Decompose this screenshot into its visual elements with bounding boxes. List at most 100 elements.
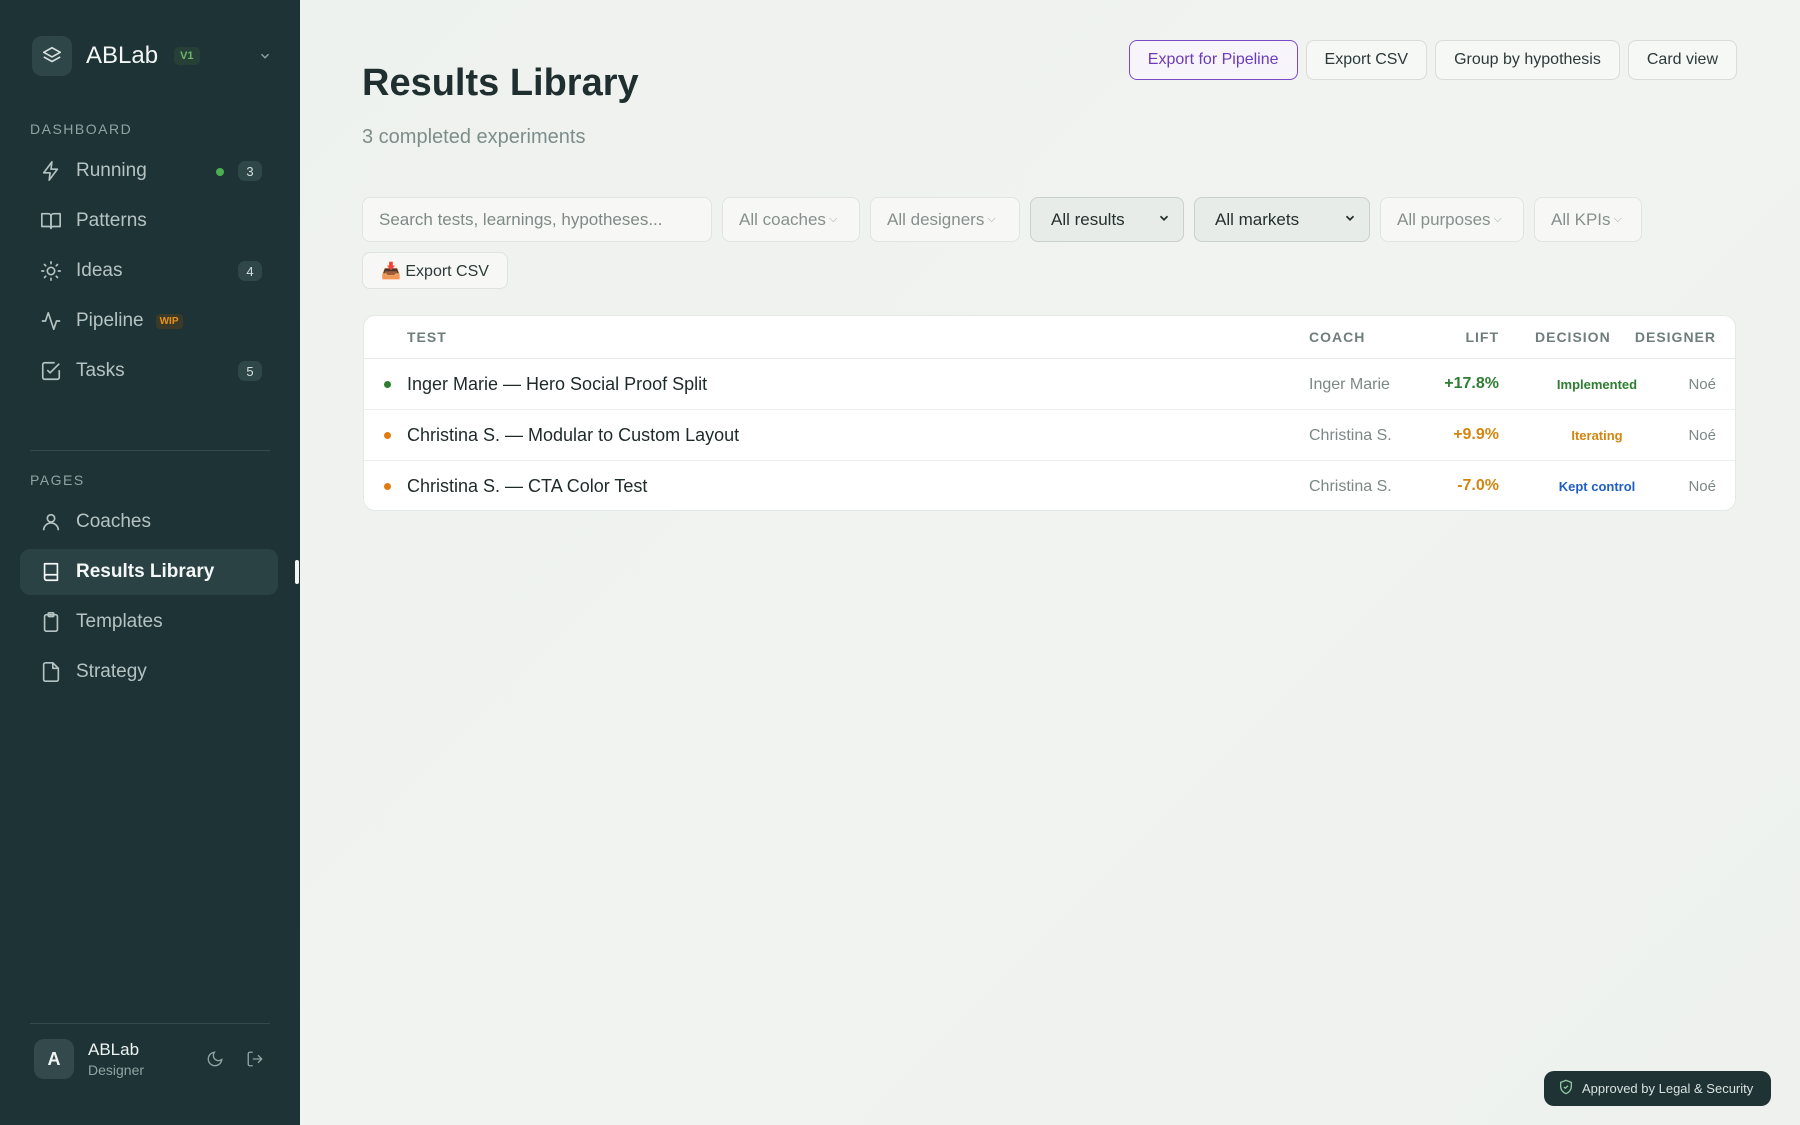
- test-name: Christina S. — Modular to Custom Layout: [407, 425, 740, 445]
- purpose-filter[interactable]: All purposes ⌵: [1380, 197, 1524, 242]
- chevron-down-icon: ⌵: [1613, 213, 1622, 225]
- sidebar-item-label: Running: [76, 160, 147, 181]
- brand-switcher[interactable]: ABLab V1: [32, 36, 272, 76]
- user-profile: A ABLab Designer: [34, 1039, 264, 1079]
- column-header-designer[interactable]: DESIGNER: [1635, 329, 1716, 345]
- approval-text: Approved by Legal & Security: [1582, 1081, 1754, 1096]
- sidebar-item-templates[interactable]: Templates: [20, 599, 278, 645]
- sidebar-item-strategy[interactable]: Strategy: [20, 649, 278, 695]
- designer-filter[interactable]: All designers ⌵: [870, 197, 1020, 242]
- section-label-pages: PAGES: [30, 472, 85, 488]
- designer-cell: Noé: [1688, 478, 1716, 495]
- export-csv-small-button[interactable]: 📥 Export CSV: [362, 252, 508, 289]
- table-row[interactable]: Christina S. — Modular to Custom Layout …: [364, 410, 1735, 461]
- version-badge: V1: [174, 47, 200, 65]
- approval-badge: Approved by Legal & Security: [1544, 1071, 1772, 1106]
- designer-filter-label: All designers: [887, 209, 985, 229]
- sidebar-item-label: Tasks: [76, 360, 125, 381]
- sidebar-item-patterns[interactable]: Patterns: [20, 198, 278, 244]
- sidebar-item-label: Templates: [76, 611, 163, 632]
- group-by-hypothesis-button[interactable]: Group by hypothesis: [1435, 40, 1620, 80]
- filter-bar: Search tests, learnings, hypotheses... A…: [362, 197, 1642, 242]
- table-header: TEST COACH LIFT DECISION DESIGNER: [364, 316, 1735, 359]
- decision-badge: Iterating: [1571, 428, 1623, 443]
- sidebar-item-pipeline[interactable]: Pipeline WIP: [20, 298, 278, 344]
- sidebar-item-label: Patterns: [76, 210, 147, 231]
- book-open-icon: [40, 210, 62, 232]
- search-input[interactable]: Search tests, learnings, hypotheses...: [362, 197, 712, 242]
- sidebar-item-label: Strategy: [76, 661, 147, 682]
- export-csv-button[interactable]: Export CSV: [1305, 40, 1428, 80]
- sidebar-item-running[interactable]: Running 3: [20, 148, 278, 194]
- coach-filter[interactable]: All coaches ⌵: [722, 197, 860, 242]
- count-badge: 4: [238, 261, 262, 281]
- sidebar: ABLab V1 DASHBOARD Running 3 Patterns Id…: [0, 0, 300, 1125]
- user-icon: [40, 511, 62, 533]
- header-actions: Export for Pipeline Export CSV Group by …: [1128, 40, 1737, 80]
- active-page-indicator: [295, 560, 299, 584]
- results-select-value: All results: [1051, 209, 1125, 229]
- count-badge: 3: [238, 161, 262, 181]
- kpi-filter[interactable]: All KPIs ⌵: [1534, 197, 1642, 242]
- section-label-dashboard: DASHBOARD: [30, 121, 133, 137]
- count-badge: 5: [238, 361, 262, 381]
- file-icon: [40, 661, 62, 683]
- designer-cell: Noé: [1688, 376, 1716, 393]
- results-table: TEST COACH LIFT DECISION DESIGNER Inger …: [363, 315, 1736, 511]
- sidebar-item-label: Results Library: [76, 561, 215, 582]
- sidebar-item-coaches[interactable]: Coaches: [20, 499, 278, 545]
- lift-cell: +9.9%: [1453, 426, 1499, 443]
- coach-filter-label: All coaches: [739, 209, 826, 229]
- moon-icon[interactable]: [206, 1050, 224, 1068]
- test-name: Inger Marie — Hero Social Proof Split: [407, 374, 708, 394]
- logout-icon[interactable]: [246, 1050, 264, 1068]
- shield-check-icon: [1558, 1079, 1582, 1098]
- layers-icon: [32, 36, 72, 76]
- chevron-down-icon: [1331, 210, 1357, 230]
- activity-icon: [40, 310, 62, 332]
- column-header-test[interactable]: TEST: [407, 329, 447, 345]
- wip-badge: WIP: [155, 313, 183, 329]
- chevron-down-icon: ⌵: [987, 213, 996, 225]
- markets-select[interactable]: All markets: [1194, 197, 1370, 242]
- sidebar-item-label: Pipeline: [76, 310, 144, 331]
- lift-cell: -7.0%: [1457, 477, 1499, 494]
- sidebar-divider: [30, 1023, 270, 1024]
- column-header-lift[interactable]: LIFT: [1465, 329, 1499, 345]
- status-dot: [384, 381, 391, 388]
- user-role: Designer: [88, 1062, 145, 1078]
- status-dot: [384, 432, 391, 439]
- decision-badge: Kept control: [1558, 479, 1636, 494]
- sidebar-item-label: Ideas: [76, 260, 123, 281]
- brand-name: ABLab: [86, 42, 159, 69]
- purpose-filter-label: All purposes: [1397, 209, 1491, 229]
- avatar: A: [34, 1039, 74, 1079]
- user-name: ABLab: [88, 1040, 140, 1059]
- card-view-button[interactable]: Card view: [1627, 40, 1737, 80]
- sidebar-divider: [30, 450, 270, 451]
- table-row[interactable]: Inger Marie — Hero Social Proof Split In…: [364, 359, 1735, 410]
- export-pipeline-button[interactable]: Export for Pipeline: [1128, 40, 1298, 80]
- table-row[interactable]: Christina S. — CTA Color Test Christina …: [364, 461, 1735, 510]
- test-name: Christina S. — CTA Color Test: [407, 476, 648, 496]
- live-indicator: [216, 168, 224, 176]
- chevron-down-icon[interactable]: [258, 49, 272, 63]
- sidebar-item-tasks[interactable]: Tasks 5: [20, 348, 278, 394]
- lift-cell: +17.8%: [1444, 375, 1499, 392]
- page-title: Results Library: [362, 62, 639, 104]
- lightbulb-icon: [40, 260, 62, 282]
- chevron-down-icon: ⌵: [828, 213, 838, 225]
- column-header-decision[interactable]: DECISION: [1535, 329, 1611, 345]
- markets-select-value: All markets: [1215, 209, 1300, 229]
- kpi-filter-label: All KPIs: [1551, 209, 1611, 229]
- clipboard-icon: [40, 611, 62, 633]
- results-select[interactable]: All results: [1030, 197, 1184, 242]
- coach-cell: Christina S.: [1309, 427, 1392, 444]
- column-header-coach[interactable]: COACH: [1309, 329, 1365, 345]
- coach-cell: Christina S.: [1309, 478, 1392, 495]
- sidebar-item-results-library[interactable]: Results Library: [20, 549, 278, 595]
- book-icon: [40, 561, 62, 583]
- bolt-icon: [40, 160, 62, 182]
- sidebar-item-label: Coaches: [76, 511, 151, 532]
- sidebar-item-ideas[interactable]: Ideas 4: [20, 248, 278, 294]
